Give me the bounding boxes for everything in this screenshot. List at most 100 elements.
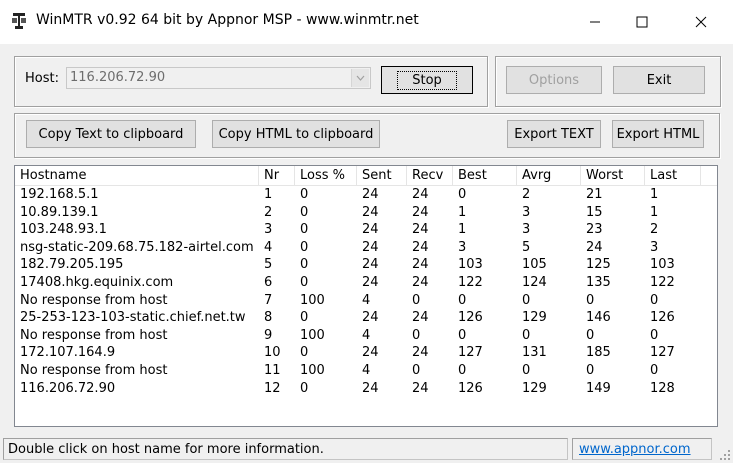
cell-loss: 0: [300, 345, 309, 361]
cell-recv: 24: [412, 239, 429, 255]
table-body: 192.168.5.1 1 0 24 24 0 2 21 1 10.89.139.1 2 0 24 24 1…: [15, 186, 717, 397]
cell-last: 126: [650, 310, 675, 326]
cell-loss: 0: [300, 204, 309, 220]
cell-sent: 24: [362, 380, 379, 396]
winmtr-app-icon: [12, 13, 26, 29]
cell-last: 1: [650, 187, 659, 202]
stop-button[interactable]: Stop: [381, 66, 473, 94]
table-row[interactable]: No response from host 11 100 4 0 0 0 0 0: [15, 362, 717, 380]
cell-best: 0: [458, 327, 467, 343]
options-button[interactable]: Options: [506, 66, 602, 94]
cell-sent: 24: [362, 274, 379, 290]
cell-last: 2: [650, 222, 659, 238]
column-header-hostname[interactable]: Hostname: [15, 166, 259, 185]
table-row[interactable]: 116.206.72.90 12 0 24 24 126 129 149 128: [15, 380, 717, 398]
minimize-button[interactable]: [572, 0, 618, 44]
cell-nr: 4: [264, 239, 273, 255]
column-header-recv[interactable]: Recv: [407, 166, 453, 185]
export-text-button[interactable]: Export TEXT: [507, 120, 601, 148]
cell-recv: 24: [412, 204, 429, 220]
cell-loss: 0: [300, 380, 309, 396]
cell-last: 3: [650, 239, 659, 255]
cell-recv: 24: [412, 310, 429, 326]
cell-nr: 11: [264, 362, 281, 378]
cell-sent: 24: [362, 187, 379, 202]
results-table[interactable]: Hostname Nr Loss % Sent Recv Best Avrg W…: [14, 165, 718, 427]
copy-text-button[interactable]: Copy Text to clipboard: [26, 120, 196, 148]
copy-html-button[interactable]: Copy HTML to clipboard: [212, 120, 380, 148]
column-header-loss[interactable]: Loss %: [295, 166, 357, 185]
cell-loss: 0: [300, 187, 309, 202]
cell-last: 1: [650, 204, 659, 220]
table-row[interactable]: 172.107.164.9 10 0 24 24 127 131 185 127: [15, 344, 717, 362]
cell-avrg: 124: [522, 274, 547, 290]
cell-last: 127: [650, 345, 675, 361]
column-header-last[interactable]: Last: [645, 166, 701, 185]
cell-sent: 24: [362, 204, 379, 220]
maximize-icon: [636, 16, 648, 28]
cell-recv: 24: [412, 274, 429, 290]
cell-hostname: No response from host: [20, 327, 168, 343]
cell-recv: 24: [412, 222, 429, 238]
table-row[interactable]: nsg-static-209.68.75.182-airtel.com 4 0 24 2…: [15, 239, 717, 257]
cell-recv: 24: [412, 257, 429, 273]
cell-hostname: 116.206.72.90: [20, 380, 116, 396]
cell-avrg: 129: [522, 380, 547, 396]
cell-avrg: 2: [522, 187, 531, 202]
cell-recv: 24: [412, 380, 429, 396]
cell-hostname: 172.107.164.9: [20, 345, 116, 361]
column-header-sent[interactable]: Sent: [357, 166, 407, 185]
cell-last: 0: [650, 292, 659, 308]
cell-worst: 146: [586, 310, 611, 326]
cell-worst: 125: [586, 257, 611, 273]
resize-grip-icon[interactable]: [719, 449, 731, 461]
maximize-button[interactable]: [619, 0, 665, 44]
cell-avrg: 0: [522, 327, 531, 343]
cell-worst: 21: [586, 187, 603, 202]
table-row[interactable]: 192.168.5.1 1 0 24 24 0 2 21 1: [15, 186, 717, 204]
exit-button-label: Exit: [646, 72, 672, 88]
cell-avrg: 5: [522, 239, 531, 255]
close-button[interactable]: [678, 0, 724, 44]
cell-hostname: nsg-static-209.68.75.182-airtel.com: [20, 239, 254, 255]
table-row[interactable]: 25-253-123-103-static.chief.net.tw 8 0 24 24…: [15, 309, 717, 327]
minimize-icon: [590, 21, 600, 23]
table-row[interactable]: 17408.hkg.equinix.com 6 0 24 24 122 124 135 122: [15, 274, 717, 292]
column-header-avrg[interactable]: Avrg: [517, 166, 581, 185]
column-header-best[interactable]: Best: [453, 166, 517, 185]
cell-recv: 24: [412, 187, 429, 202]
host-combobox[interactable]: 116.206.72.90: [66, 67, 371, 89]
exit-button[interactable]: Exit: [613, 66, 705, 94]
cell-hostname: 103.248.93.1: [20, 222, 107, 238]
cell-worst: 149: [586, 380, 611, 396]
cell-worst: 15: [586, 204, 603, 220]
column-header-nr[interactable]: Nr: [259, 166, 295, 185]
options-button-label: Options: [528, 72, 580, 88]
cell-worst: 0: [586, 292, 595, 308]
cell-nr: 1: [264, 187, 273, 202]
status-bar: Double click on host name for more infor…: [0, 435, 733, 463]
stop-button-label: Stop: [397, 70, 457, 90]
cell-sent: 24: [362, 257, 379, 273]
cell-hostname: 192.168.5.1: [20, 187, 99, 202]
column-header-worst[interactable]: Worst: [581, 166, 645, 185]
table-header: Hostname Nr Loss % Sent Recv Best Avrg W…: [15, 166, 717, 186]
cell-best: 0: [458, 362, 467, 378]
table-row[interactable]: No response from host 9 100 4 0 0 0 0 0: [15, 327, 717, 345]
cell-avrg: 3: [522, 204, 531, 220]
table-row[interactable]: 103.248.93.1 3 0 24 24 1 3 23 2: [15, 221, 717, 239]
export-html-button[interactable]: Export HTML: [612, 120, 704, 148]
cell-avrg: 131: [522, 345, 547, 361]
title-bar: WinMTR v0.92 64 bit by Appnor MSP - www.…: [0, 0, 733, 44]
cell-hostname: 25-253-123-103-static.chief.net.tw: [20, 310, 246, 326]
export-text-button-label: Export TEXT: [514, 126, 594, 142]
chevron-down-icon[interactable]: [351, 69, 369, 87]
close-icon: [695, 16, 707, 28]
table-row[interactable]: No response from host 7 100 4 0 0 0 0 0: [15, 292, 717, 310]
appnor-link[interactable]: www.appnor.com: [572, 438, 712, 460]
table-row[interactable]: 182.79.205.195 5 0 24 24 103 105 125 103: [15, 256, 717, 274]
cell-worst: 135: [586, 274, 611, 290]
cell-last: 122: [650, 274, 675, 290]
table-row[interactable]: 10.89.139.1 2 0 24 24 1 3 15 1: [15, 204, 717, 222]
cell-recv: 0: [412, 362, 421, 378]
